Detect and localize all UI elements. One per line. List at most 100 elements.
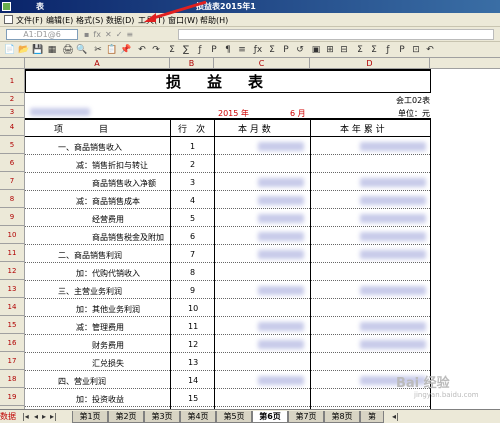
row-header[interactable]: 7	[0, 172, 25, 190]
p2-icon[interactable]: P	[280, 44, 292, 56]
box-icon[interactable]: ⊡	[410, 44, 422, 56]
row-header[interactable]: 14	[0, 298, 25, 316]
function-icon[interactable]: fx	[93, 29, 101, 40]
cancel-icon[interactable]: ✕	[105, 29, 112, 40]
insert-icon[interactable]: ⊞	[324, 44, 336, 56]
sheet-tab[interactable]: 第4页	[180, 411, 216, 423]
new-icon[interactable]: 📄	[4, 44, 16, 56]
row-header[interactable]: 11	[0, 244, 25, 262]
item-label[interactable]: 四、营业利润	[58, 376, 106, 387]
print-icon[interactable]: 🖨	[62, 44, 74, 56]
sheet-tab[interactable]: 第1页	[72, 411, 108, 423]
item-label[interactable]: 加：代购代销收入	[76, 268, 140, 279]
row-header[interactable]: 12	[0, 262, 25, 280]
sheet-tab-active[interactable]: 第6页	[252, 411, 288, 423]
grid-icon[interactable]: ▦	[46, 44, 58, 56]
item-line[interactable]: 14	[188, 376, 198, 385]
sigma-icon[interactable]: Σ	[354, 44, 366, 56]
formula-icon[interactable]: ƒ	[382, 44, 394, 56]
p-icon[interactable]: P	[208, 44, 220, 56]
row-header[interactable]: 10	[0, 226, 25, 244]
column-header-a[interactable]: A	[25, 58, 170, 69]
prev-sheet-icon[interactable]: ◂	[34, 412, 38, 421]
next-sheet-icon[interactable]: ▸	[42, 412, 46, 421]
sigma2-icon[interactable]: Σ	[368, 44, 380, 56]
sum-icon[interactable]: Σ	[166, 44, 178, 56]
row-header[interactable]: 6	[0, 154, 25, 172]
select-all-corner[interactable]	[0, 58, 25, 69]
item-label[interactable]: 商品销售收入净额	[92, 178, 156, 189]
last-sheet-icon[interactable]: ▸|	[50, 412, 57, 421]
row-header[interactable]: 18	[0, 370, 25, 388]
menu-data[interactable]: 数据(D)	[106, 15, 134, 26]
paste-icon[interactable]: 📌	[120, 44, 132, 56]
list-icon[interactable]: ≡	[126, 29, 133, 40]
item-line[interactable]: 11	[188, 322, 198, 331]
sheet-tab[interactable]: 第2页	[108, 411, 144, 423]
row-header[interactable]: 9	[0, 208, 25, 226]
row-header[interactable]: 16	[0, 334, 25, 352]
preview-icon[interactable]: 🔍	[76, 44, 88, 56]
column-header-b[interactable]: B	[170, 58, 214, 69]
refresh-icon[interactable]: ↺	[294, 44, 306, 56]
item-label[interactable]: 汇兑损失	[92, 358, 124, 369]
item-line[interactable]: 2	[190, 160, 195, 169]
sheet-tab[interactable]: 第3页	[144, 411, 180, 423]
item-line[interactable]: 12	[188, 340, 198, 349]
item-line[interactable]: 10	[188, 304, 198, 313]
item-label[interactable]: 减：销售折扣与转让	[76, 160, 148, 171]
row-header[interactable]: 8	[0, 190, 25, 208]
menu-format[interactable]: 格式(S)	[76, 15, 103, 26]
menu-edit[interactable]: 编辑(E)	[46, 15, 73, 26]
row-header[interactable]: 4	[0, 118, 25, 136]
item-label[interactable]: 一、商品销售收入	[58, 142, 122, 153]
item-label[interactable]: 减：商品销售成本	[76, 196, 140, 207]
row-header[interactable]: 17	[0, 352, 25, 370]
item-label[interactable]: 二、商品销售利润	[58, 250, 122, 261]
item-line[interactable]: 3	[190, 178, 195, 187]
item-label[interactable]: 三、主营业务利润	[58, 286, 122, 297]
func-icon[interactable]: ƒ	[194, 44, 206, 56]
column-header-d[interactable]: D	[310, 58, 430, 69]
copy-icon[interactable]: 📋	[106, 44, 118, 56]
cell-reference-box[interactable]: A1:D1@6	[6, 29, 78, 40]
item-label[interactable]: 加：投资收益	[76, 394, 124, 405]
item-label[interactable]: 减：管理费用	[76, 322, 124, 333]
spreadsheet[interactable]: A B C D 1 2 3 4 5 6 7 8 9 10 11 12 13 14…	[0, 58, 500, 409]
redo-icon[interactable]: ↷	[150, 44, 162, 56]
row-header[interactable]: 13	[0, 280, 25, 298]
item-label[interactable]: 经营费用	[92, 214, 124, 225]
sheet-tab[interactable]: 第	[360, 411, 384, 423]
item-line[interactable]: 6	[190, 232, 195, 241]
fx-icon[interactable]: ƒx	[252, 44, 264, 56]
sheet-tab[interactable]: 第7页	[288, 411, 324, 423]
item-line[interactable]: 4	[190, 196, 195, 205]
row-header[interactable]: 2	[0, 93, 25, 106]
cell-icon[interactable]: ▪	[84, 29, 89, 40]
p3-icon[interactable]: P	[396, 44, 408, 56]
row-header[interactable]: 5	[0, 136, 25, 154]
item-line[interactable]: 5	[190, 214, 195, 223]
item-label[interactable]: 加：其他业务利润	[76, 304, 140, 315]
row-header[interactable]: 19	[0, 388, 25, 406]
row-header[interactable]: 3	[0, 106, 25, 118]
undo-icon[interactable]: ↶	[136, 44, 148, 56]
sheet-tab[interactable]: 第5页	[216, 411, 252, 423]
open-icon[interactable]: 📂	[18, 44, 30, 56]
para-icon[interactable]: ¶	[222, 44, 234, 56]
menu-file[interactable]: 文件(F)	[16, 15, 43, 26]
delete-icon[interactable]: ⊟	[338, 44, 350, 56]
sum2-icon[interactable]: ∑	[180, 44, 192, 56]
row-header[interactable]: 1	[0, 69, 25, 93]
item-label[interactable]: 财务费用	[92, 340, 124, 351]
item-line[interactable]: 9	[190, 286, 195, 295]
formula-input[interactable]	[178, 29, 494, 40]
first-sheet-icon[interactable]: |◂	[22, 412, 29, 421]
item-line[interactable]: 1	[190, 142, 195, 151]
item-line[interactable]: 15	[188, 394, 198, 403]
sheet-tab[interactable]: 第8页	[324, 411, 360, 423]
frame-icon[interactable]: ▣	[310, 44, 322, 56]
column-header-c[interactable]: C	[214, 58, 310, 69]
data-tab[interactable]: 数据	[0, 411, 16, 423]
row-header[interactable]: 15	[0, 316, 25, 334]
